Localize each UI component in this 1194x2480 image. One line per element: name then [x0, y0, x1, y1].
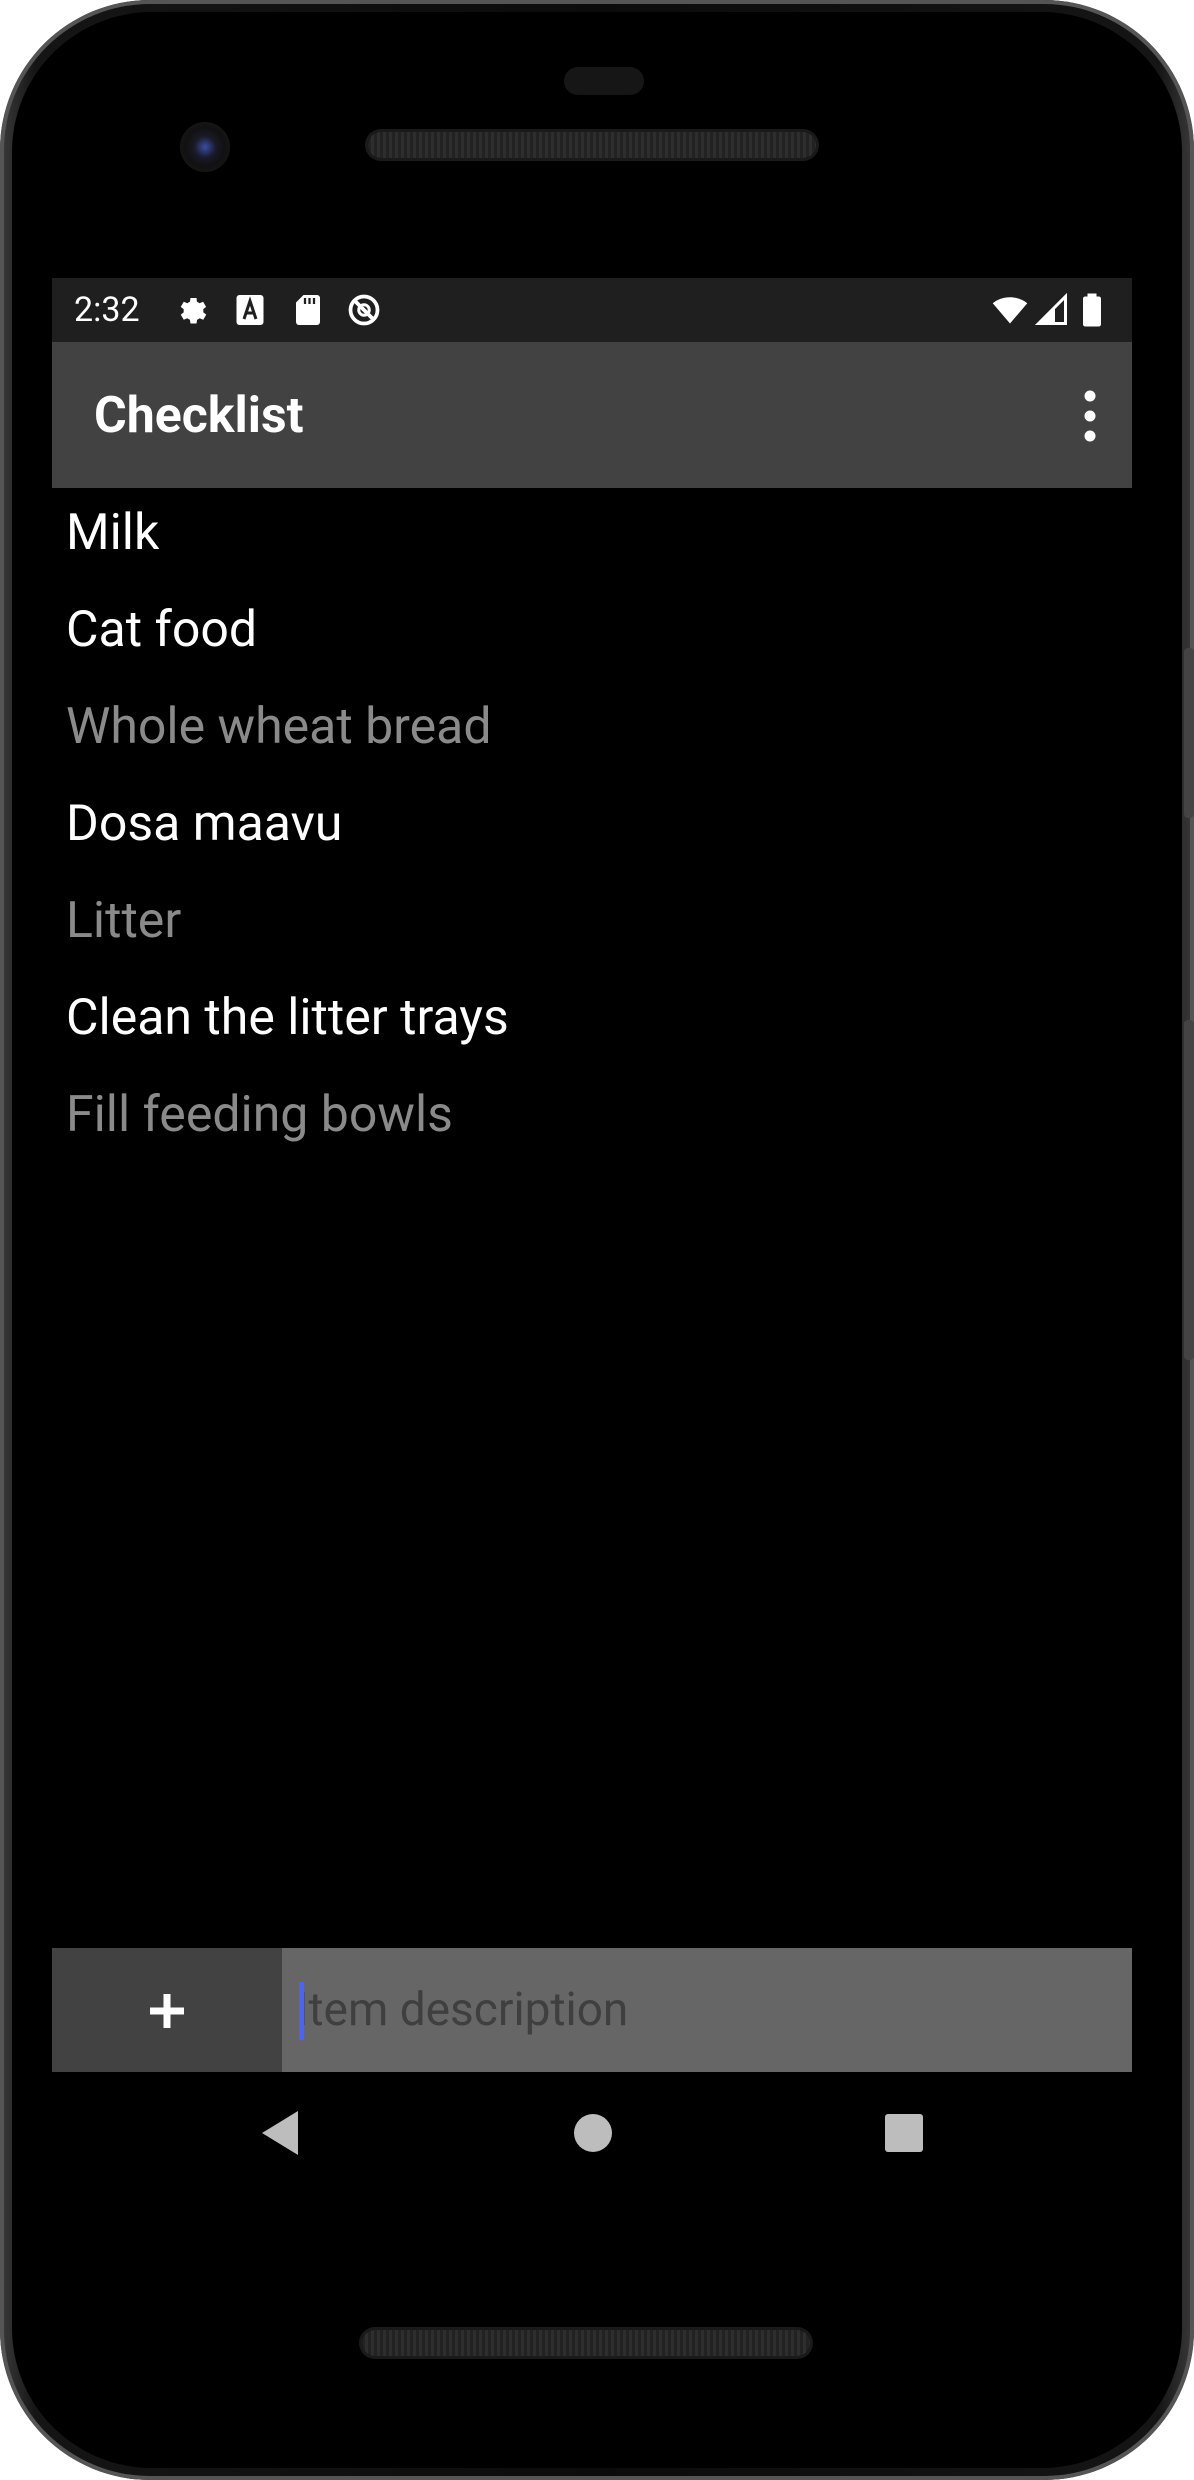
front-camera	[180, 122, 230, 172]
cell-signal-icon	[1034, 292, 1067, 325]
recents-icon[interactable]	[882, 2108, 926, 2158]
top-speaker-grille	[368, 132, 816, 158]
bottom-speaker-grille	[362, 2330, 810, 2356]
list-item-checked[interactable]: Whole wheat bread	[66, 682, 1106, 772]
list-item[interactable]: Cat food	[66, 585, 1106, 675]
list-item[interactable]: Milk	[66, 488, 1106, 578]
add-item-bar	[52, 1948, 1132, 2072]
screen: 2:32 Checklist Milk Cat food Whole wheat…	[52, 278, 1132, 2200]
page-title: Checklist	[94, 387, 304, 445]
back-icon[interactable]	[258, 2108, 302, 2158]
app-toolbar: Checklist	[52, 342, 1132, 488]
no-data-icon	[348, 294, 380, 326]
item-description-input[interactable]	[282, 1948, 1132, 2072]
status-bar: 2:32	[52, 278, 1132, 342]
sd-card-icon	[296, 295, 320, 325]
power-button	[1184, 648, 1194, 818]
text-cursor	[299, 1982, 304, 2040]
overflow-menu-icon[interactable]	[1070, 384, 1110, 448]
phone-frame: 2:32 Checklist Milk Cat food Whole wheat…	[0, 0, 1194, 2480]
list-item[interactable]: Clean the litter trays	[66, 973, 1106, 1063]
plus-icon	[150, 1994, 184, 2028]
list-item-checked[interactable]: Litter	[66, 876, 1106, 966]
system-nav-bar	[52, 2072, 1132, 2200]
list-item[interactable]: Dosa maavu	[66, 779, 1106, 869]
wifi-icon	[992, 297, 1028, 324]
status-time: 2:32	[74, 290, 140, 330]
top-sensor	[564, 67, 644, 95]
add-item-button[interactable]	[52, 1948, 282, 2072]
volume-button	[1184, 1020, 1194, 1360]
list-item-checked[interactable]: Fill feeding bowls	[66, 1070, 1106, 1160]
battery-icon	[1083, 293, 1101, 327]
home-icon[interactable]	[571, 2108, 615, 2158]
a-letter-icon	[236, 295, 264, 325]
gear-icon	[180, 298, 207, 324]
